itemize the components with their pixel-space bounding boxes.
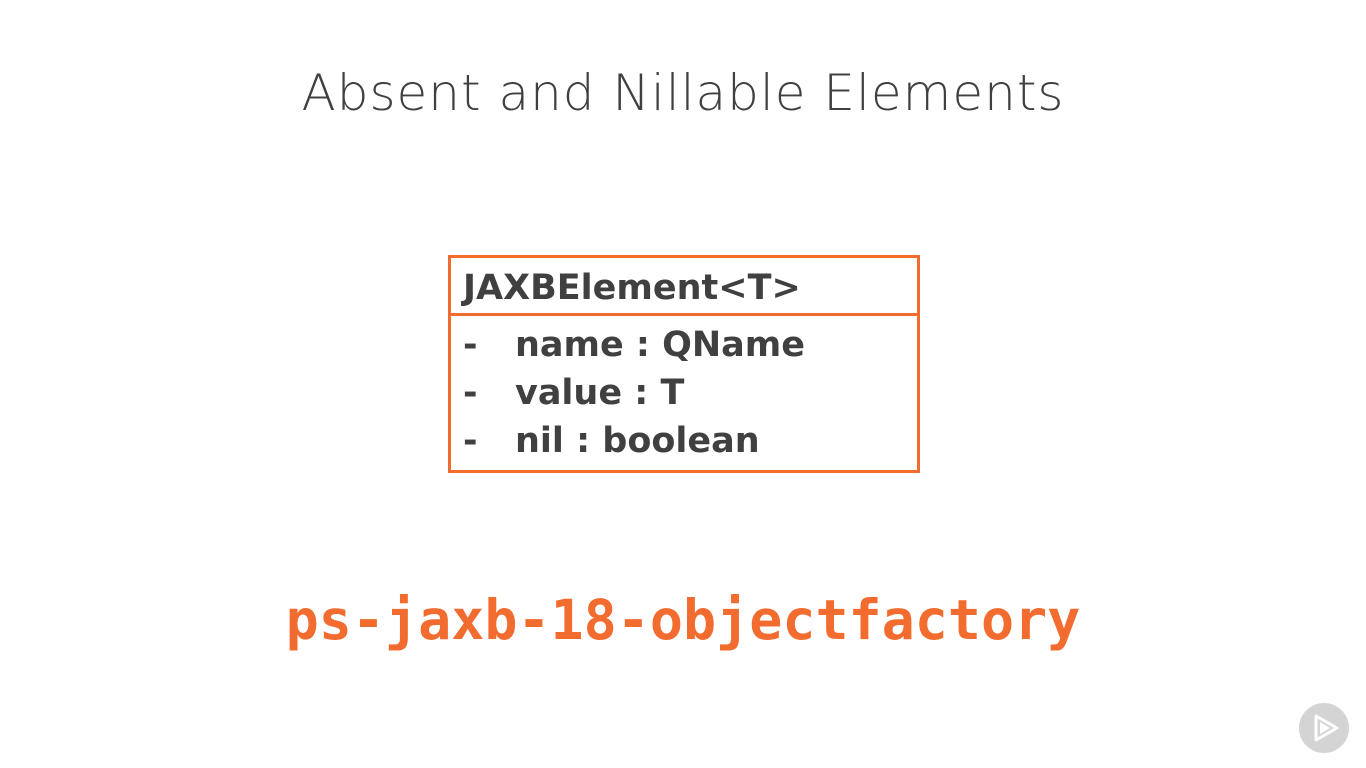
slide-title: Absent and Nillable Elements (301, 64, 1065, 122)
attribute-text: value : T (515, 373, 685, 413)
uml-attribute: - name : QName (463, 321, 917, 369)
uml-class-name: JAXBElement<T> (451, 258, 917, 316)
uml-attribute-list: - name : QName - value : T - nil : boolean (451, 316, 917, 465)
attribute-text: name : QName (515, 325, 805, 365)
visibility-marker: - (463, 373, 478, 413)
uml-attribute: - value : T (463, 369, 917, 417)
play-icon (1314, 714, 1339, 742)
repository-name: ps-jaxb-18-objectfactory (285, 588, 1081, 652)
play-logo-badge (1299, 703, 1349, 753)
visibility-marker: - (463, 325, 478, 365)
uml-class-box: JAXBElement<T> - name : QName - value : T … (448, 255, 920, 473)
attribute-text: nil : boolean (515, 421, 760, 461)
visibility-marker: - (463, 421, 478, 461)
uml-attribute: - nil : boolean (463, 417, 917, 465)
